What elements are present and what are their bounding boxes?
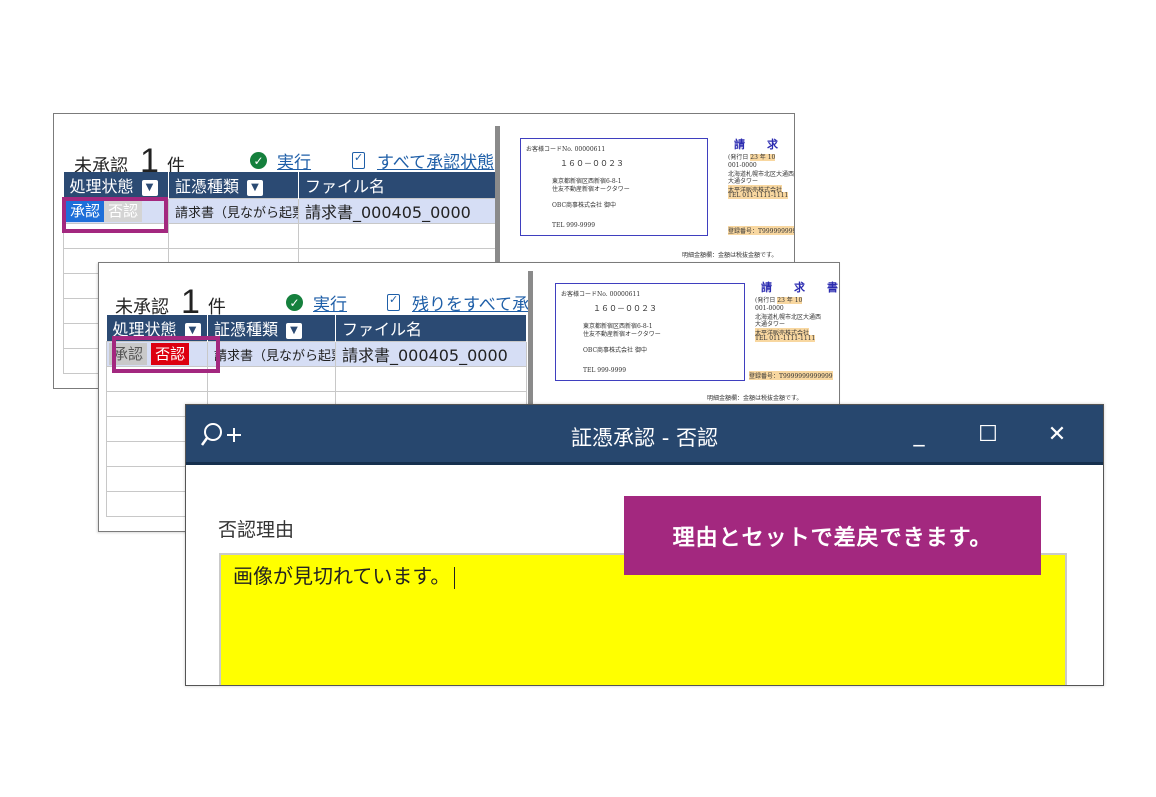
column-doc-type[interactable]: 証憑種類 ▼ [207, 315, 336, 342]
callout-banner: 理由とセットで差戻できます。 [624, 496, 1041, 575]
address-line-2: 住友不動産新宿オークタワー [583, 331, 661, 338]
document-check-icon [352, 151, 365, 169]
registration-number: 登録番号：T9999999999999 [728, 226, 794, 235]
document-check-icon [387, 293, 400, 311]
column-status[interactable]: 処理状態 ▼ [63, 172, 169, 199]
invoice-note: 明細金額欄：金額は税抜金額です。 [707, 395, 803, 402]
issue-date: (発行日 23 年 10 [755, 297, 803, 304]
reason-label: 否認理由 [218, 519, 295, 541]
column-file-name[interactable]: ファイル名 [335, 315, 527, 342]
approve-all-label: すべて承認状態 [377, 153, 495, 173]
invoice-note: 明細金額欄：金額は税抜金額です。 [682, 252, 778, 259]
recipient-tel: TEL 999-9999 [583, 367, 627, 374]
sender-postal: 001-0000 [728, 162, 757, 169]
close-button[interactable]: ✕ [1042, 422, 1072, 447]
sender-tel: TEL 011-1111-1111 [755, 335, 816, 342]
dropdown-icon[interactable]: ▼ [247, 179, 264, 196]
check-circle-icon: ✓ [286, 294, 303, 311]
customer-code: お客様コードNo. 00000611 [561, 291, 641, 298]
doc-type-cell: 請求書（見ながら起票） [168, 198, 299, 224]
recipient-company: OBC商事株式会社 御中 [552, 202, 616, 209]
approve-remaining-link[interactable]: 残りをすべて承 [387, 290, 529, 315]
pending-count: 1 [181, 283, 200, 321]
dialog-title: 証憑承認 - 否認 [571, 426, 718, 450]
text-caret [454, 566, 456, 589]
issue-date: (発行日 23 年 10 [728, 154, 776, 161]
file-name-cell: 請求書_000405_0000 [298, 198, 496, 224]
dropdown-icon[interactable]: ▼ [141, 179, 158, 196]
execute-label: 実行 [313, 295, 347, 315]
column-file-name[interactable]: ファイル名 [298, 172, 496, 199]
approve-all-link[interactable]: すべて承認状態 [352, 148, 494, 173]
check-circle-icon: ✓ [250, 152, 267, 169]
registration-number: 登録番号：T9999999999999 [749, 371, 833, 380]
column-doc-type[interactable]: 証憑種類 ▼ [168, 172, 299, 199]
reason-text: 画像が見切れています。 [233, 564, 451, 588]
highlight-box [112, 336, 220, 373]
sender-tel: TEL 011-1111-1111 [728, 192, 789, 199]
address-line-2: 住友不動産新宿オークタワー [552, 186, 630, 193]
sender-postal: 001-0000 [755, 305, 784, 312]
postal-code: １６０－００２３ [560, 159, 624, 168]
execute-label: 実行 [277, 153, 311, 173]
recipient-company: OBC商事株式会社 御中 [583, 347, 647, 354]
execute-link[interactable]: ✓ 実行 [250, 148, 311, 173]
postal-code: １６０－００２３ [593, 304, 657, 313]
minimize-button[interactable]: _ [904, 422, 934, 447]
recipient-tel: TEL 999-9999 [552, 222, 596, 229]
maximize-button[interactable]: ☐ [973, 422, 1003, 447]
invoice-title: 請求書 [761, 281, 838, 294]
invoice-title: 請求書 [734, 138, 794, 151]
table-header: 処理状態 ▼ 証憑種類 ▼ ファイル名 [63, 172, 496, 199]
customer-code: お客様コードNo. 00000611 [526, 146, 606, 153]
file-name-cell: 請求書_000405_0000 [335, 341, 527, 367]
dialog-titlebar[interactable]: 証憑承認 - 否認 _ ☐ ✕ [186, 405, 1103, 465]
sender-address-2: 大通タワー [755, 321, 786, 328]
sender-address-2: 大通タワー [728, 178, 759, 185]
pending-count-line: 未承認 1 件 [115, 285, 226, 319]
execute-link[interactable]: ✓ 実行 [286, 290, 347, 315]
doc-type-cell: 請求書（見ながら起票） [207, 341, 336, 367]
approve-remaining-label: 残りをすべて承 [412, 295, 530, 315]
highlight-box [62, 197, 168, 233]
dropdown-icon[interactable]: ▼ [286, 322, 303, 339]
